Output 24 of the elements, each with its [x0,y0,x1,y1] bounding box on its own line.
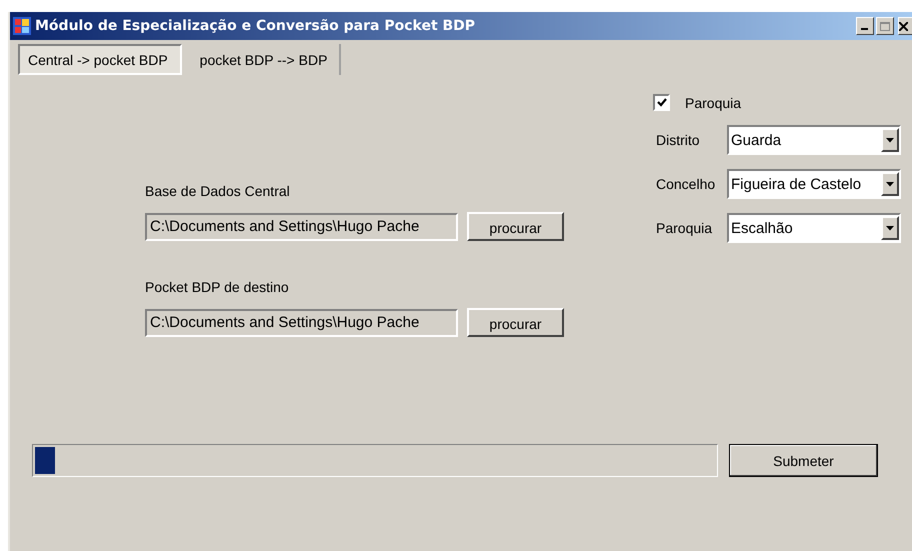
combo-label: Concelho [656,176,716,192]
close-icon [899,22,908,30]
window-title: Módulo de Especialização e Conversão para Pocket BDP [35,18,476,34]
app-icon [13,17,31,35]
checkbox[interactable] [653,94,670,111]
minimize-button[interactable] [856,17,874,35]
close-button[interactable] [898,17,912,35]
combo-label: Paroquia [656,220,714,236]
checkbox-label: Paroquia [685,94,742,110]
browse-button[interactable]: procurar [467,308,564,337]
tab[interactable]: Central -> pocket BDP [18,44,182,75]
maximize-icon [880,22,890,30]
dropdown[interactable]: Guarda [727,125,901,155]
dropdown[interactable]: Figueira de Castelo [727,169,901,199]
submit-button[interactable]: Submeter [729,444,878,477]
path-field[interactable]: C:\Documents and Settings\Hugo Pache [145,308,458,336]
browse-button[interactable]: procurar [467,212,564,241]
dropdown[interactable]: Escalhão [727,213,901,243]
maximize-button[interactable] [876,17,894,35]
checkmark-icon [656,98,666,107]
field-label: Base de Dados Central [145,183,291,199]
field-label: Pocket BDP de destino [145,279,290,295]
combo-label: Distrito [656,132,701,148]
path-field[interactable]: C:\Documents and Settings\Hugo Pache [145,212,458,240]
